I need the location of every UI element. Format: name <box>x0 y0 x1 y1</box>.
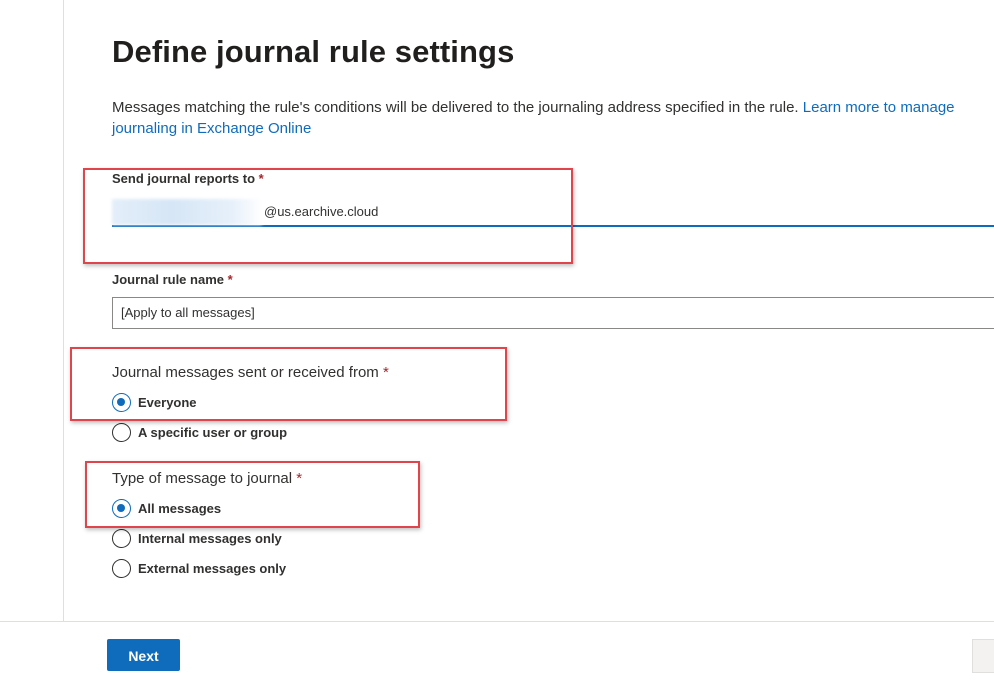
annotation-box-send-reports <box>83 168 573 264</box>
rule-name-input[interactable]: [Apply to all messages] <box>112 297 994 329</box>
radio-label: A specific user or group <box>138 424 288 440</box>
radio-label: External messages only <box>138 560 287 576</box>
radio-unselected-icon[interactable] <box>112 422 131 442</box>
description-text: Messages matching the rule's conditions … <box>112 99 799 116</box>
journal-rule-wizard: Define journal rule settings Messages ma… <box>0 0 994 680</box>
page-title: Define journal rule settings <box>112 34 515 69</box>
radio-external-messages-only[interactable]: External messages only <box>112 557 286 579</box>
page-description: Messages matching the rule's conditions … <box>112 97 994 139</box>
annotation-box-message-type <box>85 461 420 528</box>
radio-unselected-icon[interactable] <box>112 528 131 548</box>
annotation-box-sent-received <box>70 347 507 421</box>
footer-divider <box>0 621 994 622</box>
rule-name-value: [Apply to all messages] <box>121 305 255 320</box>
wizard-steps-rail <box>0 0 64 621</box>
radio-label: Internal messages only <box>138 530 282 546</box>
radio-unselected-icon[interactable] <box>112 558 131 578</box>
radio-specific-user-or-group[interactable]: A specific user or group <box>112 421 287 443</box>
next-button[interactable]: Next <box>107 639 180 671</box>
rule-name-label-text: Journal rule name <box>112 272 224 287</box>
required-marker: * <box>227 272 233 287</box>
rule-name-label: Journal rule name * <box>112 272 233 287</box>
radio-internal-messages-only[interactable]: Internal messages only <box>112 527 282 549</box>
secondary-button-partial[interactable] <box>972 639 994 673</box>
